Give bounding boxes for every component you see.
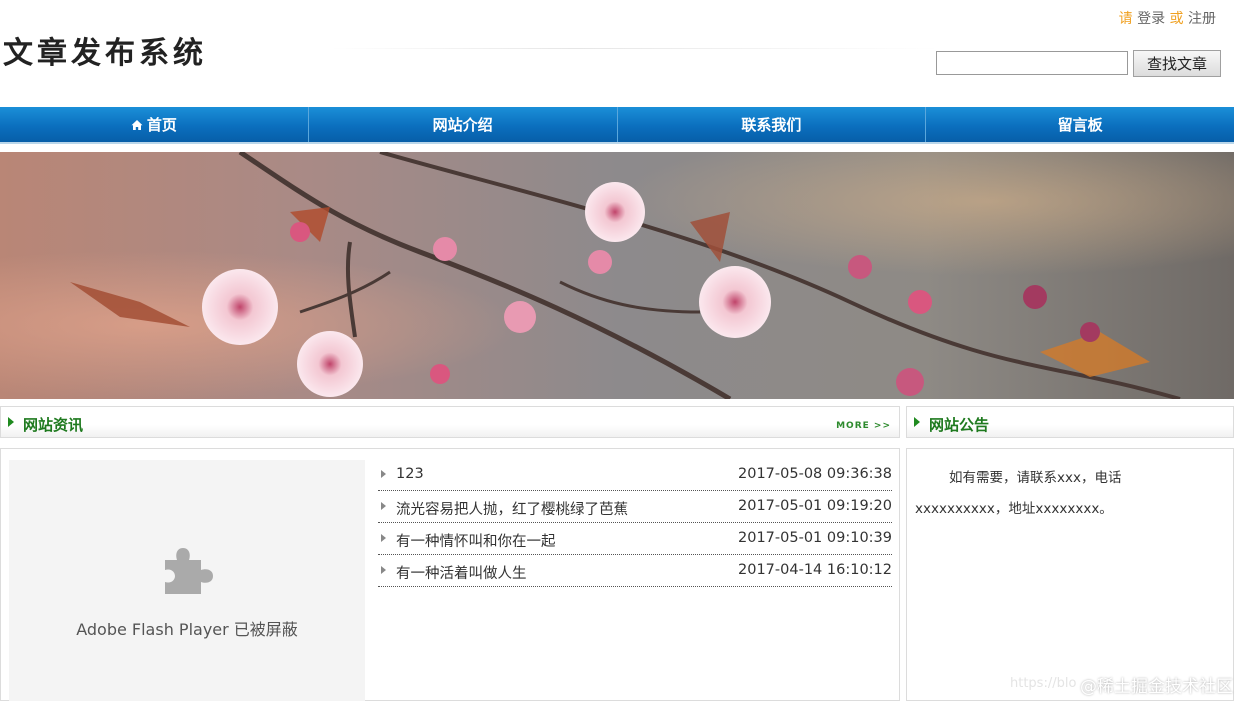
news-item-title[interactable]: 流光容易把人抛，红了樱桃绿了芭蕉 <box>396 498 628 519</box>
news-item-date: 2017-04-14 16:10:12 <box>738 562 892 578</box>
news-item-title[interactable]: 有一种情怀叫和你在一起 <box>396 530 556 551</box>
flash-blocked-message: Adobe Flash Player 已被屏蔽 <box>76 620 298 639</box>
watermark: @稀土掘金技术社区 <box>1080 677 1233 697</box>
news-item[interactable]: 流光容易把人抛，红了樱桃绿了芭蕉 2017-05-01 09:19:20 <box>378 491 892 523</box>
news-item-date: 2017-05-01 09:10:39 <box>738 530 892 546</box>
news-item[interactable]: 有一种活着叫做人生 2017-04-14 16:10:12 <box>378 555 892 587</box>
auth-prefix: 请 <box>1118 11 1133 27</box>
notice-panel-header: 网站公告 <box>906 406 1234 438</box>
main-nav: 首页 网站介绍 联系我们 留言板 <box>0 107 1234 144</box>
nav-item-label: 联系我们 <box>741 116 802 134</box>
news-item-date: 2017-05-08 09:36:38 <box>738 466 892 482</box>
nav-item-label: 留言板 <box>1057 116 1103 134</box>
login-link[interactable]: 登录 <box>1137 11 1165 27</box>
auth-or: 或 <box>1169 11 1184 27</box>
search-input[interactable] <box>936 51 1128 75</box>
arrow-bullet-icon <box>381 502 386 510</box>
news-panel-title: 网站资讯 <box>23 416 84 434</box>
news-item[interactable]: 123 2017-05-08 09:36:38 <box>378 459 892 491</box>
puzzle-plugin-icon <box>165 548 213 594</box>
nav-item-label: 首页 <box>146 116 177 134</box>
more-link[interactable]: MORE >> <box>836 421 891 431</box>
watermark-url: https://blo <box>1010 676 1077 691</box>
news-item[interactable]: 有一种情怀叫和你在一起 2017-05-01 09:10:39 <box>378 523 892 555</box>
news-item-title[interactable]: 123 <box>396 466 424 482</box>
news-item-title[interactable]: 有一种活着叫做人生 <box>396 562 527 583</box>
notice-text: 如有需要，请联系xxx，电话xxxxxxxxxx，地址xxxxxxxx。 <box>915 470 1122 517</box>
nav-item-about[interactable]: 网站介绍 <box>309 107 618 142</box>
nav-item-guestbook[interactable]: 留言板 <box>926 107 1234 142</box>
arrow-bullet-icon <box>381 534 386 542</box>
register-link[interactable]: 注册 <box>1188 11 1216 27</box>
nav-item-home[interactable]: 首页 <box>0 107 309 142</box>
nav-item-contact[interactable]: 联系我们 <box>618 107 927 142</box>
news-item-date: 2017-05-01 09:19:20 <box>738 498 892 514</box>
home-icon <box>131 119 143 130</box>
banner-image <box>0 152 1234 399</box>
flash-placeholder[interactable]: Adobe Flash Player 已被屏蔽 <box>9 460 365 701</box>
triangle-bullet-icon <box>914 417 920 427</box>
site-title: 文章发布系统 <box>3 36 207 71</box>
arrow-bullet-icon <box>381 566 386 574</box>
notice-panel-title: 网站公告 <box>929 416 990 434</box>
arrow-bullet-icon <box>381 470 386 478</box>
news-panel-header: 网站资讯 MORE >> <box>0 406 900 438</box>
triangle-bullet-icon <box>8 417 14 427</box>
search-button[interactable]: 查找文章 <box>1133 50 1221 77</box>
news-list: 123 2017-05-08 09:36:38 流光容易把人抛，红了樱桃绿了芭蕉… <box>378 459 892 587</box>
nav-item-label: 网站介绍 <box>432 116 493 134</box>
auth-links: 请 登录 或 注册 <box>1119 8 1216 28</box>
header-divider <box>330 48 940 49</box>
